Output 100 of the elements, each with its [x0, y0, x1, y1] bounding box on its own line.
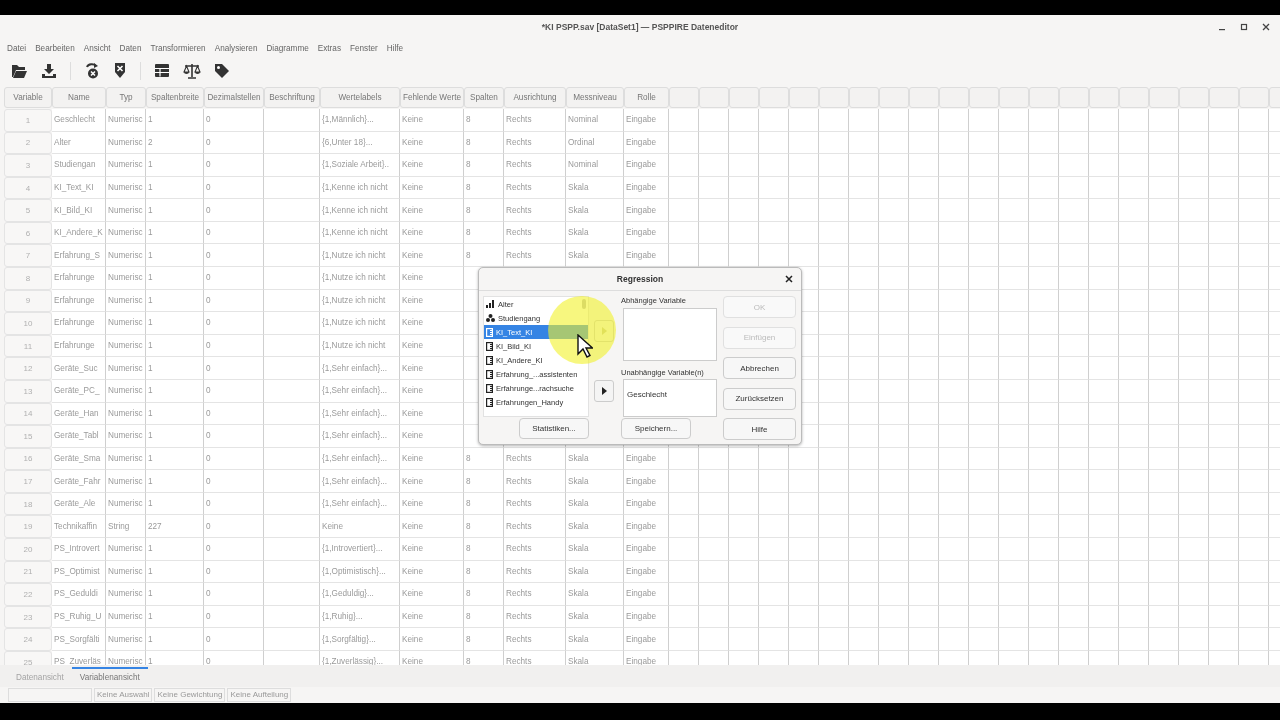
column-header[interactable]: Variable [4, 87, 52, 108]
table-cell: 1 [146, 176, 204, 200]
table-cell: 8 [464, 605, 504, 629]
table-cell: Eingabe [624, 628, 669, 651]
table-cell: Nominal [566, 154, 624, 177]
column-header[interactable]: Spaltenbreite [146, 87, 204, 108]
status-field: Keine Aufteilung [227, 688, 292, 702]
table-cell: Numerisc [106, 425, 146, 448]
column-header[interactable]: Messniveau [566, 87, 624, 108]
table-cell: PS_Sorgfälti [52, 628, 106, 651]
table-cell: Keine [400, 425, 464, 448]
menu-item[interactable]: Datei [7, 43, 27, 53]
table-cell: {6,Unter 18}... [320, 131, 400, 155]
table-cell: Geräte_Sma [52, 447, 106, 471]
table-cell: Keine [400, 447, 464, 471]
table-cell: Eingabe [624, 221, 669, 245]
table-cell: Rechts [504, 176, 566, 200]
table-cell: 0 [204, 515, 264, 538]
table-cell: 1 [146, 221, 204, 245]
table-cell: Geräte_Fahr [52, 470, 106, 493]
table-cell: 0 [204, 583, 264, 606]
table-cell: Numerisc [106, 199, 146, 222]
menu-item[interactable]: Extras [317, 43, 341, 53]
table-cell: Rechts [504, 221, 566, 245]
table-cell: {1,Sehr einfach}... [320, 379, 400, 403]
menu-item[interactable]: Fenster [350, 43, 378, 53]
column-header[interactable]: Fehlende Werte [400, 87, 464, 108]
column-header[interactable]: Rolle [624, 87, 669, 108]
table-cell: Numerisc [106, 605, 146, 629]
table-cell: Numerisc [106, 538, 146, 561]
dialog-button[interactable]: Hilfe [723, 418, 796, 440]
column-header[interactable]: Dezimalstellen [204, 87, 264, 108]
table-cell: Numerisc [106, 334, 146, 358]
table-cell: Numerisc [106, 470, 146, 493]
table-cell: 8 [464, 515, 504, 538]
table-cell: 1 [146, 628, 204, 651]
table-cell: 8 [464, 447, 504, 471]
table-cell: PS_Optimist [52, 560, 106, 584]
table-cell: Eingabe [624, 447, 669, 471]
dialog-button[interactable]: Zurücksetzen [723, 387, 796, 410]
table-cell: {1,Sehr einfach}... [320, 357, 400, 380]
save-button[interactable]: Speichern... [621, 418, 691, 439]
table-cell: {1,Sorgfältig}... [320, 628, 400, 651]
table-cell: 0 [204, 244, 264, 268]
table-cell: 0 [204, 605, 264, 629]
table-cell: Skala [566, 628, 624, 651]
table-cell: Skala [566, 447, 624, 471]
tab[interactable]: Variablenansicht [71, 666, 148, 686]
table-cell: Skala [566, 199, 624, 222]
table-cell: 8 [464, 154, 504, 177]
table-cell: PS_Introvert [52, 538, 106, 561]
table-cell: 8 [464, 560, 504, 584]
menu-item[interactable]: Transformieren [150, 43, 206, 53]
statistics-button[interactable]: Statistiken... [519, 418, 589, 439]
table-cell: 0 [204, 154, 264, 177]
table-cell: Numerisc [106, 492, 146, 516]
menu-item[interactable]: Ansicht [83, 43, 111, 53]
menu-item[interactable]: Diagramme [266, 43, 309, 53]
table-cell: Skala [566, 538, 624, 561]
table-cell: 1 [146, 379, 204, 403]
table-cell: 1 [146, 447, 204, 471]
table-cell: Eingabe [624, 199, 669, 222]
table-cell: 1 [146, 267, 204, 290]
table-cell: String [106, 515, 146, 538]
column-header[interactable]: Spalten [464, 87, 504, 108]
table-cell: Ordinal [566, 131, 624, 155]
menu-item[interactable]: Daten [119, 43, 142, 53]
table-cell: Keine [400, 492, 464, 516]
column-header[interactable]: Ausrichtung [504, 87, 566, 108]
column-header[interactable]: Typ [106, 87, 146, 108]
column-header[interactable]: Name [52, 87, 106, 108]
table-cell: {1,Männlich}... [320, 109, 400, 132]
table-cell: Rechts [504, 515, 566, 538]
status-field: Keine Auswahl [94, 688, 153, 702]
table-cell: Numerisc [106, 131, 146, 155]
table-cell: Rechts [504, 199, 566, 222]
table-cell: 0 [204, 334, 264, 358]
menu-item[interactable]: Hilfe [386, 43, 404, 53]
table-cell: Eingabe [624, 244, 669, 268]
table-cell: 0 [204, 470, 264, 493]
dialog-button[interactable]: Abbrechen [723, 357, 796, 379]
table-cell: Erfahrunge [52, 334, 106, 358]
column-header[interactable]: Beschriftung [264, 87, 320, 108]
table-cell: Keine [400, 402, 464, 426]
table-cell: Geschlecht [52, 109, 106, 132]
table-cell: Eingabe [624, 538, 669, 561]
tab[interactable]: Datenansicht [8, 666, 72, 686]
table-cell: KI_Andere_K [52, 221, 106, 245]
table-cell: Numerisc [106, 312, 146, 335]
menu-item[interactable]: Analysieren [214, 43, 258, 53]
table-cell: Rechts [504, 154, 566, 177]
independent-variables-field[interactable]: Geschlecht [623, 378, 717, 417]
menu-item[interactable]: Bearbeiten [35, 43, 75, 53]
table-cell: 0 [204, 538, 264, 561]
table-cell: 0 [204, 221, 264, 245]
table-cell: {1,Sehr einfach}... [320, 492, 400, 516]
field-item[interactable]: Geschlecht [627, 389, 668, 399]
table-cell: 0 [204, 402, 264, 426]
column-header[interactable]: Wertelabels [320, 87, 400, 108]
table-cell: Geräte_Suc [52, 357, 106, 380]
